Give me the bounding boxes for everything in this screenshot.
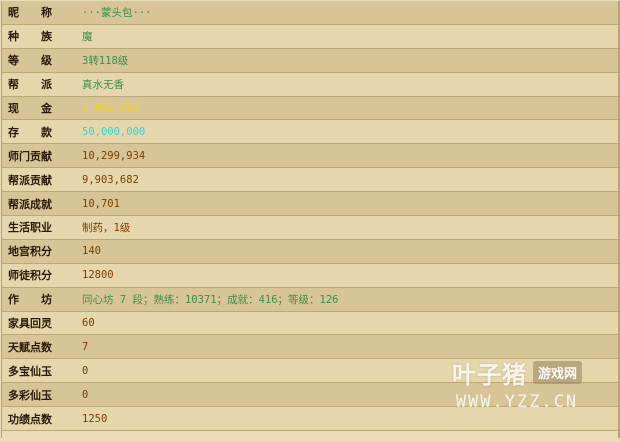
info-row: 帮派成就 10,701 xyxy=(2,192,618,217)
info-row-value: 12800 xyxy=(82,269,114,282)
info-row-label: 功绩点数 xyxy=(8,412,52,426)
info-row-label: 现金 xyxy=(8,102,74,115)
info-row-label: 天赋点数 xyxy=(8,340,52,354)
info-row: 生活职业 制药，1级 xyxy=(2,216,618,240)
info-row-value: 10,299,934 xyxy=(82,149,146,162)
info-row-value: 3转118级 xyxy=(82,54,129,67)
info-row-label: 师徒积分 xyxy=(8,269,52,283)
character-info-panel: 昵称 ···蒙头包··· 种族魔等级 3转118级 帮派 真水无香 现金 1,493,962 存… xyxy=(1,1,620,438)
info-row-label: 种族 xyxy=(8,30,74,44)
info-row-label: 帮派贡献 xyxy=(8,173,52,187)
info-row-value: 0 xyxy=(82,388,89,401)
info-row-value: ···蒙头包··· xyxy=(82,6,152,19)
info-row-value: 7 xyxy=(82,340,89,353)
info-row-label: 地宫积分 xyxy=(8,245,52,259)
info-row-label: 多彩仙玉 xyxy=(8,388,52,402)
info-row-value: 9,903,682 xyxy=(82,173,139,186)
info-row: 存款 50,000,000 xyxy=(2,120,618,145)
info-row: 家具回灵 60 xyxy=(2,311,618,336)
info-row-value: 140 xyxy=(82,245,101,258)
info-row-value: 1250 xyxy=(82,412,108,425)
info-row: 功绩点数 1250 xyxy=(2,407,618,432)
info-row: 帮派贡献 9,903,682 xyxy=(2,168,618,193)
info-row: 师门贡献 10,299,934 xyxy=(2,144,618,169)
info-row-value: 50,000,000 xyxy=(82,125,146,138)
info-row-value: 10,701 xyxy=(82,197,120,210)
info-row: 昵称 ···蒙头包··· xyxy=(2,1,618,25)
info-row-value: 制药，1级 xyxy=(82,221,131,234)
info-row-label: 师门贡献 xyxy=(8,149,52,163)
info-row: 多彩仙玉 0 xyxy=(2,383,618,408)
info-row: 现金 1,493,962 xyxy=(2,96,618,121)
info-row-label: 生活职业 xyxy=(8,221,52,235)
info-row-label: 昵称 xyxy=(8,6,74,20)
info-row-value: 同心坊 7 段；熟练：10371；成就：416；等级：126 xyxy=(82,293,339,306)
info-row-label: 作坊 xyxy=(8,293,74,307)
info-table: 昵称 ···蒙头包··· 种族魔等级 3转118级 帮派 真水无香 现金 1,493,962 存… xyxy=(2,1,618,432)
info-row-value: 60 xyxy=(82,317,95,330)
info-row: 种族魔 xyxy=(2,24,618,49)
info-row: 地宫积分 140 xyxy=(2,239,618,264)
info-row-value: 0 xyxy=(82,364,89,377)
info-row-label: 等级 xyxy=(8,54,74,68)
info-row: 天赋点数 7 xyxy=(2,335,618,360)
info-row-value: 真水无香 xyxy=(82,78,124,91)
info-row-label: 帮派 xyxy=(8,78,74,92)
info-row: 帮派 真水无香 xyxy=(2,72,618,97)
info-row: 作坊 同心坊 7 段；熟练：10371；成就：416；等级：126 xyxy=(2,287,618,312)
info-row-label: 存款 xyxy=(8,125,74,139)
info-row-label: 多宝仙玉 xyxy=(8,364,52,378)
info-row-value: 1,493,962 xyxy=(82,102,139,114)
info-row-value: 魔 xyxy=(82,30,93,43)
info-row: 多宝仙玉 0 xyxy=(2,359,618,384)
info-row: 师徒积分 12800 xyxy=(2,263,618,288)
info-row-label: 帮派成就 xyxy=(8,197,52,211)
info-row: 等级 3转118级 xyxy=(2,48,618,73)
info-row-label: 家具回灵 xyxy=(8,317,52,331)
